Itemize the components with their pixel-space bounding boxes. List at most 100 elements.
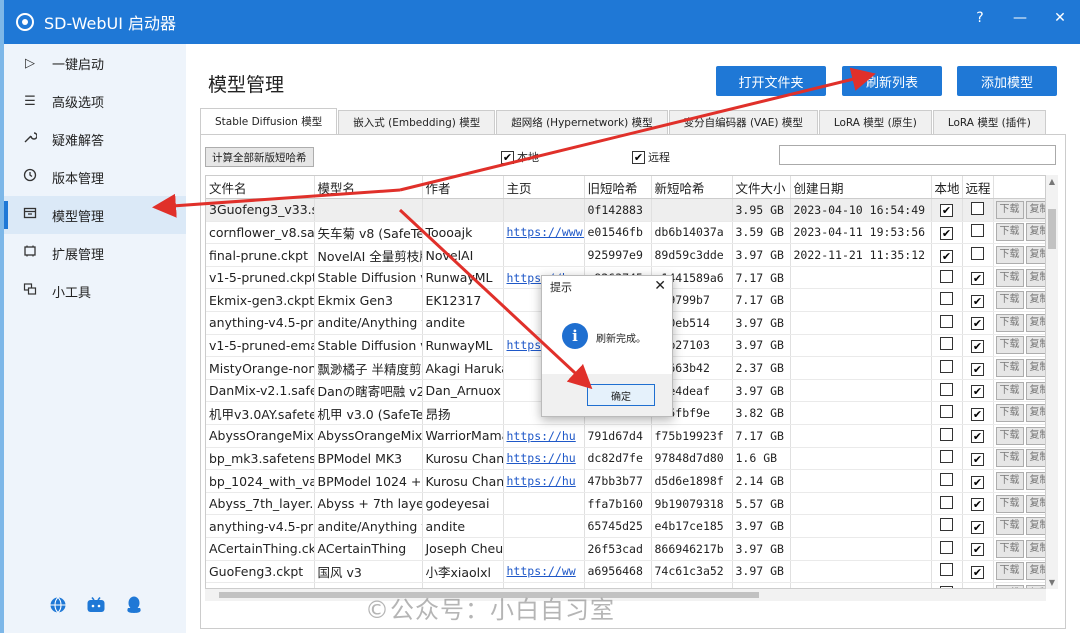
table-row[interactable]: AbyssOrangeMix2_hard.safetensorsAbyssOra… — [206, 424, 1045, 448]
col-remote[interactable]: 远程 — [962, 176, 994, 200]
sidebar-item-launch[interactable]: ▷ 一键启动 — [4, 44, 186, 82]
download-button[interactable]: 下载 — [995, 200, 1024, 219]
remote-checkbox[interactable]: ✔ — [971, 317, 984, 331]
col-author[interactable]: 作者 — [422, 176, 504, 200]
remote-checkbox[interactable]: ✔ — [971, 430, 984, 444]
remote-checkbox[interactable] — [971, 201, 984, 215]
local-checkbox[interactable] — [940, 563, 953, 577]
local-checkbox[interactable] — [940, 495, 953, 509]
copy-button[interactable]: 复制 — [1025, 404, 1045, 423]
tab-vae[interactable]: 变分自编码器 (VAE) 模型 — [668, 110, 818, 134]
refresh-list-button[interactable]: 刷新列表 — [842, 66, 942, 96]
remote-checkbox[interactable]: ✔ — [971, 362, 984, 376]
copy-button[interactable]: 复制 — [1025, 291, 1045, 310]
remote-checkbox[interactable] — [971, 247, 984, 261]
cell-homepage[interactable] — [503, 492, 585, 516]
download-button[interactable]: 下载 — [995, 246, 1024, 265]
copy-button[interactable]: 复制 — [1025, 426, 1045, 445]
download-button[interactable]: 下载 — [995, 336, 1024, 355]
local-checkbox[interactable] — [940, 427, 953, 441]
filter-remote-checkbox[interactable]: ✔ — [632, 150, 645, 164]
local-checkbox[interactable] — [940, 382, 953, 396]
remote-checkbox[interactable]: ✔ — [971, 452, 984, 466]
horizontal-scrollbar[interactable] — [205, 589, 1046, 601]
table-row[interactable]: anything-v4.5-pruned.ckptandite/Anything… — [206, 514, 1045, 538]
local-checkbox[interactable] — [940, 269, 953, 283]
cell-homepage[interactable]: https://hu — [503, 469, 585, 493]
remote-checkbox[interactable]: ✔ — [971, 565, 984, 579]
download-button[interactable]: 下载 — [995, 313, 1024, 332]
copy-button[interactable]: 复制 — [1025, 336, 1045, 355]
close-button[interactable]: ✕ — [1040, 0, 1080, 36]
table-row[interactable]: Abyss_7th_layer.ckptAbyss + 7th layergod… — [206, 492, 1045, 516]
copy-button[interactable]: 复制 — [1025, 494, 1045, 513]
download-button[interactable]: 下载 — [995, 291, 1024, 310]
col-new-hash[interactable]: 新短哈希 — [651, 176, 733, 200]
download-button[interactable]: 下载 — [995, 223, 1024, 242]
copy-button[interactable]: 复制 — [1025, 472, 1045, 491]
col-date[interactable]: 创建日期 — [790, 176, 932, 200]
calc-hash-button[interactable]: 计算全部新版短哈希 — [205, 147, 314, 167]
help-button[interactable]: ? — [960, 0, 1000, 36]
download-button[interactable]: 下载 — [995, 359, 1024, 378]
bilibili-icon[interactable] — [86, 595, 106, 615]
cell-homepage[interactable] — [503, 243, 585, 267]
table-row[interactable]: GuoFeng3.ckpt 国风 v3 小李xiaolxl https://ww a69… — [206, 560, 1045, 584]
cell-homepage[interactable]: https://ww — [503, 560, 585, 584]
cell-homepage[interactable]: https://hu — [503, 447, 585, 471]
col-old-hash[interactable]: 旧短哈希 — [584, 176, 652, 200]
copy-button[interactable]: 复制 — [1025, 517, 1045, 536]
remote-checkbox[interactable]: ✔ — [971, 543, 984, 557]
download-button[interactable]: 下载 — [995, 517, 1024, 536]
cell-homepage[interactable] — [503, 514, 585, 538]
remote-checkbox[interactable]: ✔ — [971, 498, 984, 512]
cell-homepage[interactable] — [503, 198, 585, 222]
cell-homepage[interactable]: https://www. — [503, 221, 585, 245]
title-bar[interactable]: SD-WebUI 启动器 ? — ✕ — [4, 0, 1080, 44]
table-row[interactable]: final-prune.ckpt NovelAI 全量剪枝版 NovelAI 9259… — [206, 243, 1045, 267]
copy-button[interactable]: 复制 — [1025, 562, 1045, 581]
local-checkbox[interactable] — [940, 540, 953, 554]
tab-lora-native[interactable]: LoRA 模型 (原生) — [818, 110, 932, 134]
sidebar-item-troubleshoot[interactable]: 疑难解答 — [4, 120, 186, 158]
local-checkbox[interactable] — [940, 337, 953, 351]
table-row[interactable]: 3Guofeng3_v33.safetensors 0f142883 3.95 GB… — [206, 198, 1045, 222]
cell-homepage[interactable] — [503, 537, 585, 561]
download-button[interactable]: 下载 — [995, 539, 1024, 558]
download-button[interactable]: 下载 — [995, 268, 1024, 287]
col-model-name[interactable]: 模型名 — [314, 176, 423, 200]
dialog-ok-button[interactable]: 确定 — [587, 384, 655, 406]
minimize-button[interactable]: — — [1000, 0, 1040, 36]
download-button[interactable]: 下载 — [995, 449, 1024, 468]
tab-embedding[interactable]: 嵌入式 (Embedding) 模型 — [338, 110, 496, 134]
filter-remote[interactable]: ✔ 远程 — [632, 149, 670, 165]
copy-button[interactable]: 复制 — [1025, 268, 1045, 287]
remote-checkbox[interactable]: ✔ — [971, 385, 984, 399]
remote-checkbox[interactable]: ✔ — [971, 520, 984, 534]
add-model-button[interactable]: 添加模型 — [957, 66, 1057, 96]
filter-local-checkbox[interactable]: ✔ — [501, 150, 514, 164]
cell-homepage[interactable]: https://hu — [503, 424, 585, 448]
col-homepage[interactable]: 主页 — [503, 176, 585, 200]
open-folder-button[interactable]: 打开文件夹 — [716, 66, 826, 96]
copy-button[interactable]: 复制 — [1025, 449, 1045, 468]
sidebar-item-models[interactable]: 模型管理 — [4, 196, 186, 234]
remote-checkbox[interactable]: ✔ — [971, 339, 984, 353]
copy-button[interactable]: 复制 — [1025, 381, 1045, 400]
local-checkbox[interactable]: ✔ — [940, 226, 953, 240]
copy-button[interactable]: 复制 — [1025, 539, 1045, 558]
copy-button[interactable]: 复制 — [1025, 359, 1045, 378]
download-button[interactable]: 下载 — [995, 472, 1024, 491]
sidebar-item-tools[interactable]: 小工具 — [4, 272, 186, 310]
qq-icon[interactable] — [124, 595, 144, 615]
scroll-thumb[interactable] — [1048, 209, 1056, 249]
local-checkbox[interactable] — [940, 450, 953, 464]
col-size[interactable]: 文件大小 — [732, 176, 791, 200]
remote-checkbox[interactable]: ✔ — [971, 294, 984, 308]
vertical-scrollbar[interactable]: ▲ ▼ — [1046, 175, 1058, 589]
search-input[interactable] — [779, 145, 1056, 165]
col-local[interactable]: 本地 — [931, 176, 963, 200]
table-row[interactable]: bp_mk3.safetensorsBPModel MK3Kurosu Chan… — [206, 447, 1045, 471]
copy-button[interactable]: 复制 — [1025, 246, 1045, 265]
table-row[interactable]: bp_1024_with_vae.safetensorsBPModel 1024… — [206, 469, 1045, 493]
